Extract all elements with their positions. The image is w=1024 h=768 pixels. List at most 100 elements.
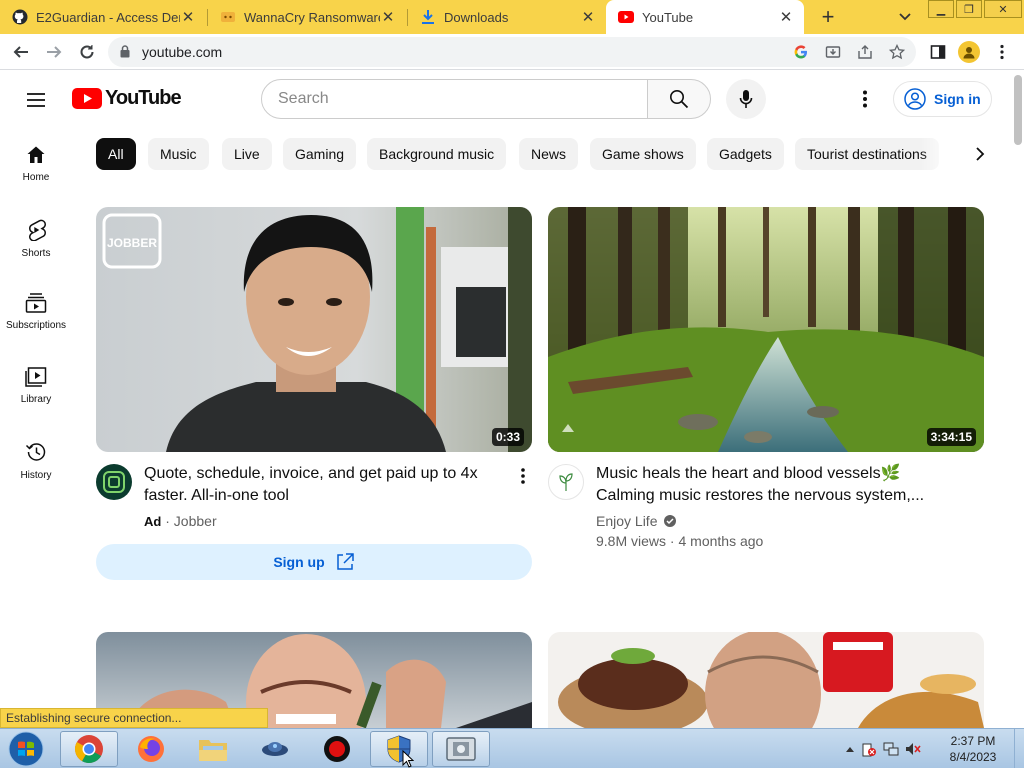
- microphone-icon: [739, 90, 753, 108]
- taskbar-security[interactable]: [370, 731, 428, 767]
- tab-title: Downloads: [444, 9, 509, 25]
- voice-search-button[interactable]: [726, 79, 766, 119]
- chip-music[interactable]: Music: [148, 138, 209, 170]
- show-desktop-button[interactable]: [1014, 729, 1024, 768]
- chevron-right-icon[interactable]: [968, 142, 992, 166]
- verified-check-icon: [664, 515, 677, 527]
- tab-youtube[interactable]: YouTube ✕: [606, 0, 804, 34]
- history-icon: [25, 443, 46, 461]
- profile-avatar-icon[interactable]: [958, 41, 980, 63]
- download-icon: [420, 9, 436, 25]
- taskbar-network-app[interactable]: [246, 731, 304, 767]
- video-menu-icon[interactable]: [513, 464, 533, 488]
- video-thumbnail[interactable]: JOBBER 0:33: [96, 207, 532, 452]
- jobber-logo-icon: [103, 471, 125, 493]
- restore-icon[interactable]: ❐: [956, 0, 982, 18]
- chip-all[interactable]: All: [96, 138, 136, 170]
- screen: E2Guardian - Access Den ✕ WannaCry Ranso…: [0, 0, 1024, 768]
- nav-library[interactable]: Library: [0, 349, 72, 423]
- nav-subscriptions[interactable]: Subscriptions: [0, 275, 72, 349]
- taskbar-explorer[interactable]: [184, 731, 242, 767]
- plant-logo-icon: [559, 473, 573, 491]
- nav-shorts[interactable]: Shorts: [0, 201, 72, 275]
- start-button[interactable]: [4, 730, 48, 768]
- video-title[interactable]: Music heals the heart and blood vessels🌿…: [596, 463, 966, 507]
- minimize-icon[interactable]: ▁: [928, 0, 954, 18]
- chrome-menu-icon[interactable]: [990, 40, 1014, 64]
- search-input[interactable]: [278, 90, 618, 108]
- new-tab-button[interactable]: +: [816, 4, 840, 29]
- video-meta: Ad · Jobber: [144, 513, 217, 529]
- share-icon[interactable]: [856, 43, 874, 61]
- reload-icon[interactable]: [75, 40, 99, 64]
- close-tab-icon[interactable]: ✕: [580, 9, 596, 26]
- close-tab-icon[interactable]: ✕: [180, 9, 196, 26]
- chrome-icon: [75, 735, 103, 763]
- clock-time: 2:37 PM: [950, 734, 996, 748]
- channel-name[interactable]: Jobber: [174, 513, 217, 529]
- install-icon[interactable]: [824, 43, 842, 61]
- channel-avatar[interactable]: [548, 464, 584, 500]
- video-thumbnail[interactable]: 3:34:15: [548, 207, 984, 452]
- page-scrollbar[interactable]: [1012, 71, 1024, 728]
- shorts-icon: [29, 219, 46, 241]
- scrollbar-thumb[interactable]: [1014, 75, 1022, 145]
- tab-downloads[interactable]: Downloads ✕: [408, 0, 606, 34]
- taskbar-clock[interactable]: 2:37 PM 8/4/2023: [938, 733, 1008, 765]
- settings-more-icon[interactable]: [853, 87, 877, 111]
- view-count: 9.8M views: [596, 533, 667, 549]
- tab-strip: E2Guardian - Access Den ✕ WannaCry Ranso…: [0, 0, 1024, 34]
- menu-icon[interactable]: [24, 88, 48, 112]
- taskbar-firefox[interactable]: [122, 731, 180, 767]
- sign-up-label: Sign up: [273, 554, 325, 570]
- tab-title: YouTube: [642, 9, 694, 25]
- video-title[interactable]: Quote, schedule, invoice, and get paid u…: [144, 463, 504, 507]
- bookmark-star-icon[interactable]: [888, 43, 906, 61]
- forward-icon[interactable]: [42, 40, 66, 64]
- window-app-icon: [446, 737, 476, 761]
- github-icon: [12, 9, 28, 25]
- youtube-logo[interactable]: YouTube: [72, 87, 182, 110]
- action-center-icon[interactable]: [858, 741, 880, 757]
- volume-muted-icon[interactable]: [902, 741, 924, 757]
- tab-title: WannaCry Ransomware V: [244, 9, 380, 25]
- search-button[interactable]: [647, 79, 711, 119]
- tray-expand-icon[interactable]: [842, 745, 858, 753]
- channel-row: Enjoy Life: [596, 513, 677, 529]
- chip-news[interactable]: News: [519, 138, 579, 170]
- chip-game-shows[interactable]: Game shows: [590, 138, 696, 170]
- chip-tourist-destinations[interactable]: Tourist destinations: [795, 138, 939, 170]
- sign-in-button[interactable]: Sign in: [893, 81, 992, 117]
- taskbar-recorder[interactable]: [308, 731, 366, 767]
- title-line: faster. All-in-one tool: [144, 487, 289, 504]
- sign-up-button[interactable]: Sign up: [96, 544, 532, 580]
- status-bubble: Establishing secure connection...: [0, 708, 268, 728]
- window-close-icon[interactable]: ✕: [984, 0, 1022, 18]
- nav-label: Home: [22, 172, 50, 183]
- nav-home[interactable]: Home: [0, 127, 72, 201]
- nav-history[interactable]: History: [0, 423, 72, 497]
- lock-icon[interactable]: [120, 45, 130, 63]
- taskbar-window-app[interactable]: [432, 731, 490, 767]
- search-box: [261, 79, 648, 119]
- close-tab-icon[interactable]: ✕: [778, 9, 794, 26]
- tab-wannacry[interactable]: WannaCry Ransomware V ✕: [208, 0, 406, 34]
- side-panel-icon[interactable]: [926, 40, 950, 64]
- address-bar[interactable]: youtube.com: [108, 37, 916, 67]
- network-icon[interactable]: [880, 741, 902, 757]
- chip-background-music[interactable]: Background music: [367, 138, 507, 170]
- video-thumbnail[interactable]: [548, 632, 984, 728]
- channel-name[interactable]: Enjoy Life: [596, 513, 657, 529]
- meta-separator: ·: [669, 533, 675, 549]
- tab-e2guardian[interactable]: E2Guardian - Access Den ✕: [0, 0, 206, 34]
- chip-gadgets[interactable]: Gadgets: [707, 138, 784, 170]
- close-tab-icon[interactable]: ✕: [380, 9, 396, 26]
- channel-avatar[interactable]: [96, 464, 132, 500]
- account-icon: [904, 88, 926, 110]
- chip-live[interactable]: Live: [222, 138, 272, 170]
- tab-search-chevron-icon[interactable]: [895, 7, 915, 27]
- google-icon[interactable]: [792, 43, 810, 61]
- back-icon[interactable]: [9, 40, 33, 64]
- chip-gaming[interactable]: Gaming: [283, 138, 357, 170]
- taskbar-chrome[interactable]: [60, 731, 118, 767]
